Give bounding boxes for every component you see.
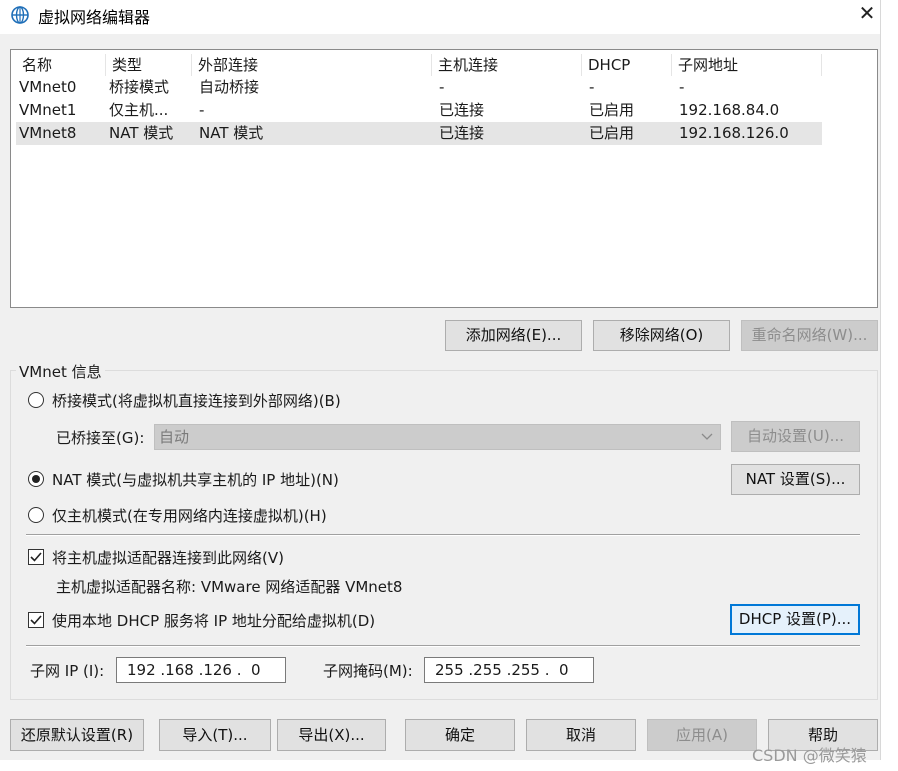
chevron-down-icon [700,430,714,444]
bridge-mode-radio[interactable] [28,392,44,408]
cell-subnet: - [679,78,685,96]
subnet-mask-label: 子网掩码(M): [323,662,413,680]
separator [26,534,860,536]
cell-name: VMnet0 [19,78,77,96]
host-only-radio[interactable] [28,507,44,523]
close-button[interactable]: ✕ [852,0,882,28]
table-row-selected[interactable]: VMnet8 NAT 模式 NAT 模式 已连接 已启用 192.168.126… [16,122,822,145]
cell-host: 已连接 [439,101,485,119]
bridged-to-select[interactable]: 自动 [154,424,721,450]
table-row[interactable]: VMnet0 桥接模式 自动桥接 - - - [16,76,822,99]
cell-type: NAT 模式 [109,124,174,142]
cancel-button[interactable]: 取消 [526,719,636,751]
checkmark-icon [30,552,42,562]
cell-type: 桥接模式 [109,78,170,96]
watermark-text: CSDN @微笑猿 [752,746,867,765]
column-header-dhcp[interactable]: DHCP [582,54,672,76]
cell-external: - [199,101,205,119]
cell-subnet: 192.168.126.0 [679,124,789,142]
column-header-host[interactable]: 主机连接 [432,54,582,76]
auto-settings-button[interactable]: 自动设置(U)... [731,421,860,452]
nat-mode-radio[interactable] [28,471,44,487]
cell-subnet: 192.168.84.0 [679,101,780,119]
cell-external: 自动桥接 [199,78,260,96]
dhcp-settings-button[interactable]: DHCP 设置(P)... [730,604,860,635]
remove-network-button[interactable]: 移除网络(O) [593,320,730,351]
checkmark-icon [30,615,42,625]
export-button[interactable]: 导出(X)... [277,719,386,751]
column-header-type[interactable]: 类型 [106,54,192,76]
group-title: VMnet 信息 [16,361,105,382]
adapter-name-text: 主机虚拟适配器名称: VMware 网络适配器 VMnet8 [56,578,403,596]
nat-mode-label[interactable]: NAT 模式(与虚拟机共享主机的 IP 地址)(N) [52,469,339,490]
dhcp-label[interactable]: 使用本地 DHCP 服务将 IP 地址分配给虚拟机(D) [52,610,375,631]
restore-defaults-button[interactable]: 还原默认设置(R) [10,719,144,751]
bridge-mode-label[interactable]: 桥接模式(将虚拟机直接连接到外部网络)(B) [52,390,341,411]
cell-name: VMnet8 [19,124,77,142]
network-list[interactable]: 名称 类型 外部连接 主机连接 DHCP 子网地址 VMnet0 桥接模式 自动… [10,49,878,308]
window-title: 虚拟网络编辑器 [38,8,151,27]
cell-external: NAT 模式 [199,124,264,142]
table-row[interactable]: VMnet1 仅主机... - 已连接 已启用 192.168.84.0 [16,99,822,122]
cell-host: 已连接 [439,124,485,142]
connect-adapter-label[interactable]: 将主机虚拟适配器连接到此网络(V) [52,547,284,568]
rename-network-button[interactable]: 重命名网络(W)... [741,320,878,351]
import-button[interactable]: 导入(T)... [159,719,271,751]
background-window-edge [880,0,898,771]
globe-network-icon [11,6,29,24]
cell-type: 仅主机... [109,101,169,119]
subnet-ip-input[interactable]: 192 .168 .126 . 0 [116,657,286,683]
dhcp-checkbox[interactable] [28,612,44,628]
cell-dhcp: - [589,78,595,96]
bridged-to-label: 已桥接至(G): [56,429,145,447]
cell-name: VMnet1 [19,101,77,119]
add-network-button[interactable]: 添加网络(E)... [445,320,582,351]
subnet-ip-label: 子网 IP (I): [30,662,105,680]
column-header-name[interactable]: 名称 [16,54,106,76]
ok-button[interactable]: 确定 [405,719,515,751]
cell-host: - [439,78,445,96]
nat-settings-button[interactable]: NAT 设置(S)... [731,464,860,495]
connect-adapter-checkbox[interactable] [28,549,44,565]
cell-dhcp: 已启用 [589,124,635,142]
cell-dhcp: 已启用 [589,101,635,119]
apply-button[interactable]: 应用(A) [647,719,757,751]
separator [26,645,860,647]
column-header-external[interactable]: 外部连接 [192,54,432,76]
column-header-subnet[interactable]: 子网地址 [672,54,822,76]
subnet-mask-input[interactable]: 255 .255 .255 . 0 [424,657,594,683]
host-only-label[interactable]: 仅主机模式(在专用网络内连接虚拟机)(H) [52,505,327,526]
